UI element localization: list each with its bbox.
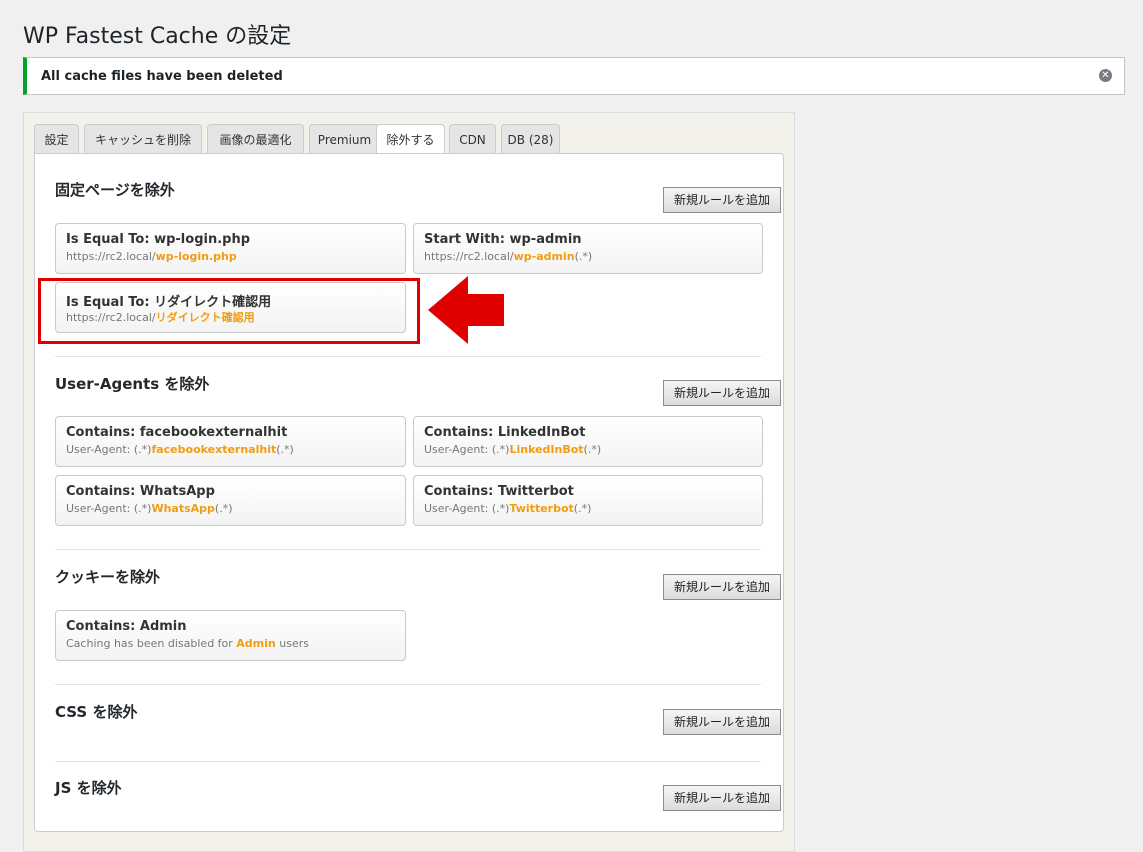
add-rule-button-js[interactable]: 新規ルールを追加 — [663, 785, 781, 811]
tab-db[interactable]: DB (28) — [501, 124, 560, 154]
rule-item[interactable]: Start With: wp-admin https://rc2.local/w… — [413, 223, 763, 274]
close-circle-icon[interactable]: ✕ — [1099, 69, 1112, 82]
add-rule-button-css[interactable]: 新規ルールを追加 — [663, 709, 781, 735]
rule-detail: https://rc2.local/wp-login.php — [66, 250, 237, 263]
rule-detail: Caching has been disabled for Admin user… — [66, 637, 309, 650]
tab-cdn[interactable]: CDN — [449, 124, 496, 154]
rule-title: Contains: LinkedInBot — [424, 425, 586, 440]
rule-title: Contains: WhatsApp — [66, 484, 215, 499]
rule-title: Is Equal To: wp-login.php — [66, 232, 251, 247]
section-divider — [55, 761, 761, 762]
add-rule-button-cookies[interactable]: 新規ルールを追加 — [663, 574, 781, 600]
annotation-highlight-box — [38, 278, 420, 344]
rule-item[interactable]: Contains: LinkedInBot User-Agent: (.*)Li… — [413, 416, 763, 467]
rule-item[interactable]: Is Equal To: wp-login.php https://rc2.lo… — [55, 223, 406, 274]
tab-image-optimization[interactable]: 画像の最適化 — [207, 124, 304, 154]
rule-item[interactable]: Contains: WhatsApp User-Agent: (.*)Whats… — [55, 475, 406, 526]
section-title-pages: 固定ページを除外 — [55, 181, 175, 199]
rule-title: Contains: facebookexternalhit — [66, 425, 288, 440]
page-title: WP Fastest Cache の設定 — [23, 24, 292, 49]
section-divider — [55, 549, 761, 550]
success-notice: All cache files have been deleted ✕ — [23, 57, 1125, 95]
rule-detail: User-Agent: (.*)facebookexternalhit(.*) — [66, 443, 294, 456]
rule-detail: https://rc2.local/wp-admin(.*) — [424, 250, 593, 263]
tab-settings[interactable]: 設定 — [34, 124, 79, 154]
rule-item[interactable]: Contains: Twitterbot User-Agent: (.*)Twi… — [413, 475, 763, 526]
section-divider — [55, 356, 761, 357]
tab-premium[interactable]: Premium — [309, 124, 380, 154]
rule-title: Contains: Twitterbot — [424, 484, 574, 499]
section-title-useragents: User-Agents を除外 — [55, 375, 210, 393]
rule-detail: User-Agent: (.*)WhatsApp(.*) — [66, 502, 233, 515]
section-title-cookies: クッキーを除外 — [55, 568, 161, 586]
section-title-js: JS を除外 — [55, 779, 122, 797]
rule-detail: User-Agent: (.*)Twitterbot(.*) — [424, 502, 592, 515]
tab-exclude[interactable]: 除外する — [376, 124, 445, 155]
add-rule-button-pages[interactable]: 新規ルールを追加 — [663, 187, 781, 213]
red-arrow-icon — [428, 276, 504, 344]
add-rule-button-useragents[interactable]: 新規ルールを追加 — [663, 380, 781, 406]
rule-detail: User-Agent: (.*)LinkedInBot(.*) — [424, 443, 602, 456]
notice-text: All cache files have been deleted — [41, 69, 283, 84]
tab-delete-cache[interactable]: キャッシュを削除 — [84, 124, 202, 154]
rule-title: Contains: Admin — [66, 619, 187, 634]
rule-item[interactable]: Contains: Admin Caching has been disable… — [55, 610, 406, 661]
rule-item[interactable]: Contains: facebookexternalhit User-Agent… — [55, 416, 406, 467]
section-divider — [55, 684, 761, 685]
rule-title: Start With: wp-admin — [424, 232, 582, 247]
section-title-css: CSS を除外 — [55, 703, 138, 721]
